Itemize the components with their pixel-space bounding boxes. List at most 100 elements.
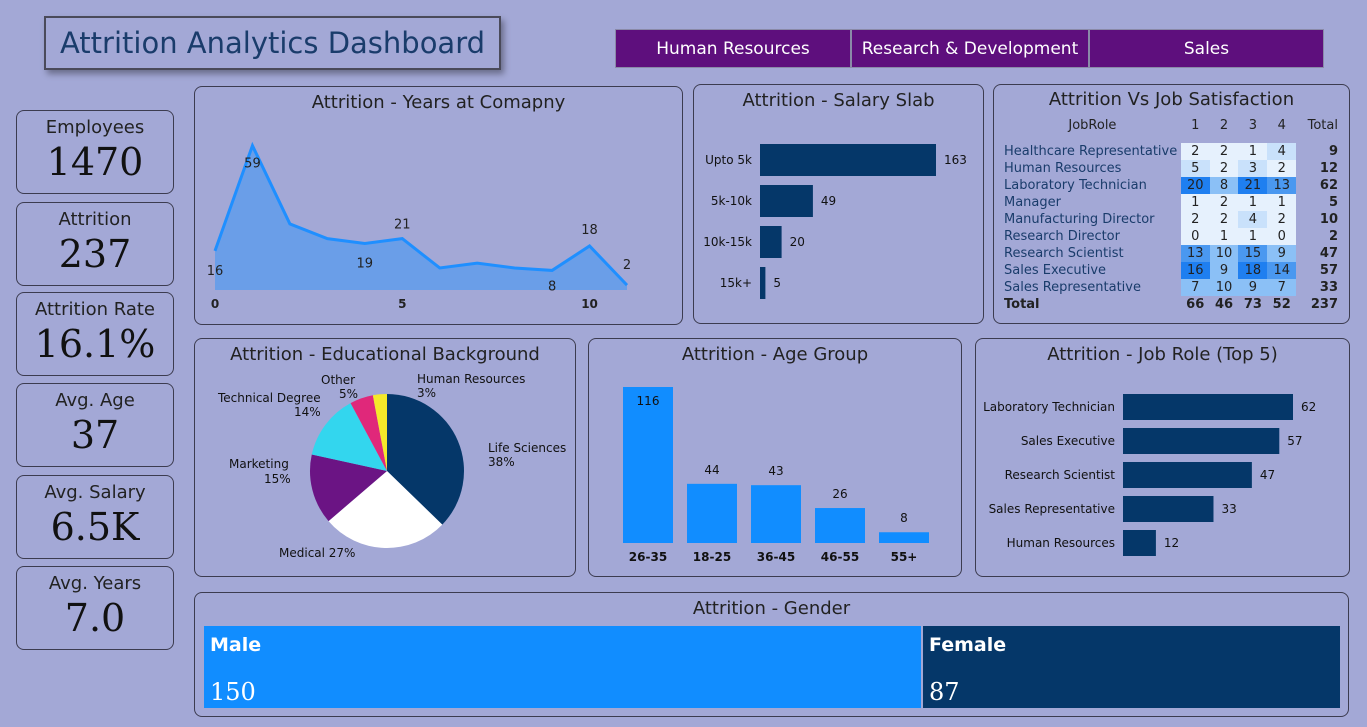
matrix-role: Research Scientist [1004, 246, 1124, 261]
kpi-avg-years: Avg. Years 7.0 [16, 566, 174, 650]
kpi-label: Employees [45, 117, 145, 138]
matrix-cell: 7 [1267, 279, 1297, 296]
kpi-avg-age: Avg. Age 37 [16, 383, 174, 467]
matrix-total: 9 [1328, 144, 1338, 159]
matrix-row: Human Resources 5 2 3 2 12 [1004, 160, 1340, 177]
matrix-cell: 2 [1267, 211, 1297, 228]
matrix-cell: 1 [1180, 194, 1210, 211]
matrix-header: 1 [1191, 118, 1200, 133]
job-satisfaction-matrix: JobRole 1 2 3 4 Total Healthcare Represe… [1004, 115, 1340, 313]
matrix-cell: 1 [1238, 228, 1268, 245]
slicer-sales[interactable]: Sales [1089, 29, 1324, 68]
job-satisfaction-panel: Attrition Vs Job Satisfaction JobRole 1 … [993, 84, 1350, 324]
matrix-header: 2 [1219, 118, 1229, 133]
matrix-total: 62 [1319, 178, 1338, 193]
category-label: 5k-10k [711, 194, 752, 208]
matrix-total: 237 [1310, 297, 1338, 312]
years-area [215, 145, 627, 290]
data-label: 12 [1164, 536, 1179, 550]
matrix-row: Manager 1 2 1 1 5 [1004, 194, 1340, 211]
bar [687, 483, 737, 543]
matrix-cell: 2 [1209, 194, 1239, 211]
matrix-header: Total [1307, 118, 1338, 133]
years-at-company-panel: Attrition - Years at Comapny 16 59 19 21 8 18… [194, 86, 683, 325]
data-label: 49 [821, 194, 836, 208]
matrix-cell: 5 [1180, 160, 1210, 177]
pie-percent-label: 38% [488, 455, 515, 469]
matrix-cell: 1 [1238, 194, 1268, 211]
category-label: 55+ [891, 550, 918, 564]
matrix-role: Laboratory Technician [1004, 178, 1147, 193]
matrix-row: Laboratory Technician 20 8 21 13 62 [1004, 177, 1340, 194]
bar [760, 144, 936, 176]
data-label: 62 [1301, 400, 1316, 414]
category-label: Sales Representative [989, 502, 1115, 516]
matrix-role: Human Resources [1004, 161, 1122, 176]
kpi-value: 7.0 [64, 596, 126, 640]
kpi-attrition-rate: Attrition Rate 16.1% [16, 292, 174, 376]
salary-slab-panel: Attrition - Salary Slab Upto 5k 163 5k-10k… [693, 84, 984, 324]
pie-category-label: Other [321, 373, 355, 387]
category-label: 46-55 [821, 550, 859, 564]
pie-category-label: Life Sciences [488, 441, 566, 455]
matrix-cell: 4 [1267, 143, 1297, 160]
matrix-total: 33 [1319, 280, 1338, 295]
bar [1123, 530, 1156, 556]
matrix-cell: 15 [1238, 245, 1268, 262]
data-label: 116 [637, 394, 660, 408]
matrix-role: Manager [1004, 195, 1061, 210]
matrix-cell: 16 [1180, 262, 1210, 279]
bar [1123, 496, 1214, 522]
matrix-row: Research Scientist 13 10 15 9 47 [1004, 245, 1340, 262]
category-label: 36-45 [757, 550, 795, 564]
years-data-label: 2 [623, 258, 631, 273]
age-group-panel: Attrition - Age Group 116 26-35 44 18-25 43 3… [588, 338, 962, 577]
gender-male-block[interactable]: Male 150 [204, 626, 921, 708]
years-data-label: 8 [548, 279, 556, 294]
matrix-total: 10 [1319, 212, 1338, 227]
pie-category-label: Marketing [229, 457, 289, 471]
matrix-cell: 9 [1238, 279, 1268, 296]
matrix-cell: 2 [1209, 160, 1239, 177]
matrix-cell: 52 [1272, 297, 1291, 312]
matrix-row: Research Director 0 1 1 0 2 [1004, 228, 1340, 245]
kpi-label: Avg. Salary [44, 482, 146, 503]
bar [760, 267, 766, 299]
matrix-cell: 1 [1209, 228, 1239, 245]
matrix-cell: 8 [1209, 177, 1239, 194]
matrix-role: Healthcare Representative [1004, 144, 1178, 159]
bar [815, 508, 865, 543]
data-label: 163 [944, 153, 967, 167]
category-label: Research Scientist [1005, 468, 1116, 482]
data-label: 57 [1287, 434, 1302, 448]
years-tick-label: 0 [211, 297, 219, 311]
data-label: 8 [900, 511, 908, 525]
matrix-cell: 9 [1209, 262, 1239, 279]
slicer-human-resources[interactable]: Human Resources [615, 29, 851, 68]
years-data-label: 18 [581, 223, 598, 238]
matrix-cell: 10 [1209, 245, 1239, 262]
bar [751, 485, 801, 543]
kpi-avg-salary: Avg. Salary 6.5K [16, 475, 174, 559]
matrix-cell: 13 [1267, 177, 1297, 194]
slicer-research-development[interactable]: Research & Development [851, 29, 1089, 68]
years-data-label: 21 [394, 218, 411, 233]
matrix-row: Sales Representative 7 10 9 7 33 [1004, 279, 1340, 296]
gender-value: 87 [928, 678, 960, 706]
matrix-cell: 2 [1209, 211, 1239, 228]
data-label: 33 [1221, 502, 1236, 516]
pie-percent-label: 15% [264, 472, 291, 486]
education-panel: Attrition - Educational Background Life … [194, 338, 576, 577]
data-label: 44 [704, 463, 719, 477]
years-data-label: 19 [357, 257, 374, 272]
matrix-cell: 2 [1180, 143, 1210, 160]
panel-title: Attrition - Gender [692, 598, 851, 619]
matrix-cell: 9 [1267, 245, 1297, 262]
matrix-cell: 18 [1238, 262, 1268, 279]
category-label: 15k+ [720, 276, 752, 290]
years-tick-label: 5 [398, 297, 406, 311]
gender-female-block[interactable]: Female 87 [922, 626, 1340, 708]
kpi-value: 16.1% [34, 322, 156, 366]
matrix-cell: 13 [1180, 245, 1210, 262]
kpi-employees: Employees 1470 [16, 110, 174, 194]
